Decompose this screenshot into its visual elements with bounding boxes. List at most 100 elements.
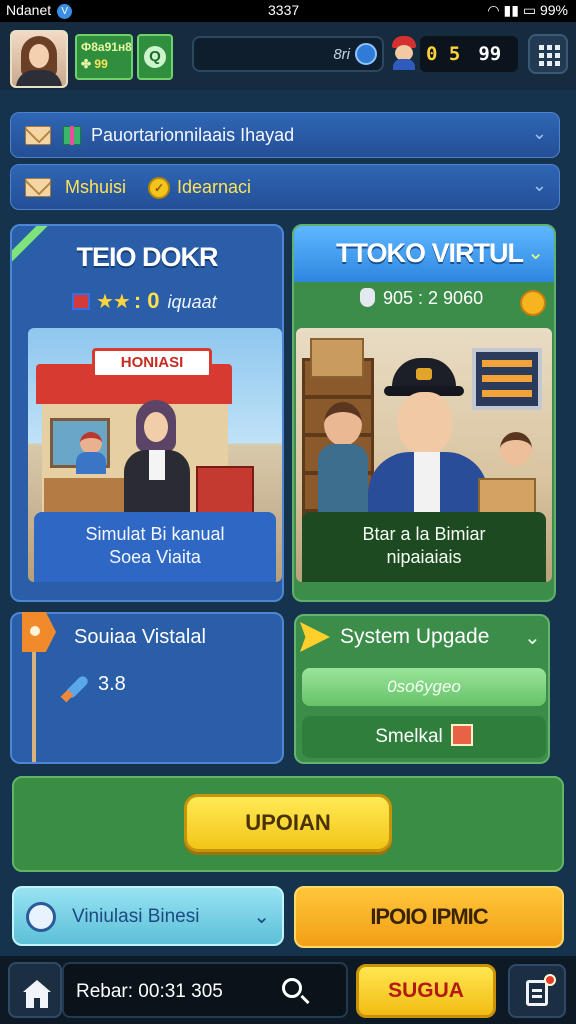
score-a: 0 5 [426,43,461,65]
compass-icon [26,902,56,932]
chevron-down-icon[interactable]: ⌄ [532,123,547,144]
woman-collar [149,450,165,480]
chevron-down-icon[interactable]: ⌄ [253,904,270,929]
avatar-face [29,44,49,68]
battery-percent: 99% [539,2,568,18]
simulation-dropdown[interactable]: Viniulasi Binesi ⌄ [12,886,284,946]
game-card-right[interactable]: TTOKO VIRTUL ⌄ 905 : 2 9060 Btar a la Bi… [292,224,556,602]
status-time: 3337 [268,2,300,18]
chevron-down-icon[interactable]: ⌄ [532,175,547,196]
wifi-icon: ◠ [487,2,500,18]
mascot-icon [390,36,418,70]
score-display: 0 5 99 [420,36,518,72]
bottom-nav: Rebar: 00:31 305 SUGUA [0,956,576,1024]
home-icon-door [34,998,40,1008]
card-stats-right: 905 : 2 9060 [360,288,483,309]
carrier-label: Ndanet [6,2,52,18]
chevron-down-icon[interactable]: ⌄ [527,240,544,265]
status-right: ◠ ▮▮ ▭ 99% [487,2,568,19]
mascot-body [393,59,415,70]
caption-right-line1: Btar a la Bimiar [362,524,486,544]
nav-search-box[interactable]: Rebar: 00:31 305 [62,962,348,1018]
notice-text-1: Pauortarionnilaais Ihayad [91,125,295,145]
gift-box-icon [72,293,90,310]
grid-icon [539,45,544,50]
search-text: 8ri [333,46,350,63]
shop-sign: HONIASI [92,348,212,378]
store-scene-image: Btar a la Bimiar nipaiaiais [296,328,552,582]
clock-icon[interactable] [355,43,377,65]
search-bar[interactable]: 8ri [192,36,384,72]
rocket-icon [60,672,90,702]
grid-dot [547,53,552,58]
gift-icon [63,126,81,145]
carrier-badge-icon: V [57,4,73,19]
panel-left-title: Souiaa Vistalal [74,626,206,648]
card-caption-right: Btar a la Bimiar nipaiaiais [302,512,546,582]
kid-body [76,452,106,474]
grid-dot [555,53,560,58]
caption-right-line2: nipaiaiais [386,547,462,567]
grid-dot [539,53,544,58]
main-action-button[interactable]: UPOIAN [184,794,392,852]
search-icon[interactable] [282,978,302,998]
orange-action-button[interactable]: IPOIO IPMIC [294,886,564,948]
simulation-label: Viniulasi Binesi [72,906,200,927]
coin-icon [520,290,546,316]
money-bag-icon [360,288,375,307]
panel-right-title: System Upgade [340,625,490,648]
caption-left-line1: Simulat Bi kanual [85,524,225,544]
grid-dot [547,61,552,66]
caption-left-line2: Soea Viaita [109,547,201,567]
card-stats-left: ★★: 0 iquaat [72,288,217,314]
card-caption-left: Simulat Bi kanual Soea Viaita [34,512,276,582]
card-value-left: : 0 [133,288,160,313]
notes-button[interactable] [508,964,566,1018]
envelope-icon [25,126,51,145]
notice-bar-2[interactable]: Mshuisi ✓ Idearnaci ⌄ [10,164,560,210]
help-icon: Q [144,46,166,68]
pin-flag [22,612,56,652]
chevron-down-icon[interactable]: ⌄ [524,625,541,650]
nav-action-button[interactable]: SUGUA [356,964,496,1018]
card-label-left: iquaat [167,292,217,312]
upgrade-field[interactable]: 0so6ygeo [302,668,546,706]
kid-figure [76,432,106,474]
notice-text-2: Mshuisi [65,177,127,197]
cash-amount: 99 [94,57,108,71]
notice-text-2b: Idearnaci [177,177,252,197]
boy-head [500,432,532,466]
avatar[interactable] [10,30,68,88]
home-icon [23,980,51,992]
panel-left-value: 3.8 [98,673,126,695]
notification-dot-icon [544,974,556,986]
game-card-left[interactable]: TEIO DOKR ★★: 0 iquaat HONIASI Simulat Bi… [10,224,284,602]
shop-scene-image: HONIASI Simulat Bi kanual Soea Viaita [28,328,282,582]
cap-emblem [416,368,432,380]
businesswoman-figure [122,400,202,530]
woman-face [144,412,168,442]
card-title-bar-right: TTOKO VIRTUL ⌄ [294,226,554,282]
score-b: 99 [478,43,502,65]
kid-head [80,432,102,454]
status-bar: Ndanet V 3337 ◠ ▮▮ ▭ 99% [0,0,576,22]
cash-panel[interactable]: Ф8а91н8 ✤ 99 [75,34,133,80]
carrier-name: Ndanet V [6,2,73,19]
home-button[interactable] [8,962,62,1018]
coin-icon: ✓ [148,177,170,199]
card-title-left: TEIO DOKR [76,242,218,272]
upgrade-action-button[interactable]: Smelkal [302,716,546,758]
help-button[interactable]: Q [137,34,173,80]
grid-dot [555,61,560,66]
star-rating-icon: ★★ [96,291,131,313]
grid-dot [547,45,552,50]
grid-menu-button[interactable] [528,34,568,74]
cash-label: Ф8а91н8 [81,40,132,54]
notice-bar-1[interactable]: Pauortarionnilaais Ihayad ⌄ [10,112,560,158]
top-header: Ф8а91н8 ✤ 99 Q 8ri 0 5 99 [0,22,576,90]
upgrade-action-label: Smelkal [375,726,443,747]
grid-dot [555,45,560,50]
location-pin-icon [22,612,62,762]
grid-dot [539,61,544,66]
calendar-icon [450,724,473,746]
